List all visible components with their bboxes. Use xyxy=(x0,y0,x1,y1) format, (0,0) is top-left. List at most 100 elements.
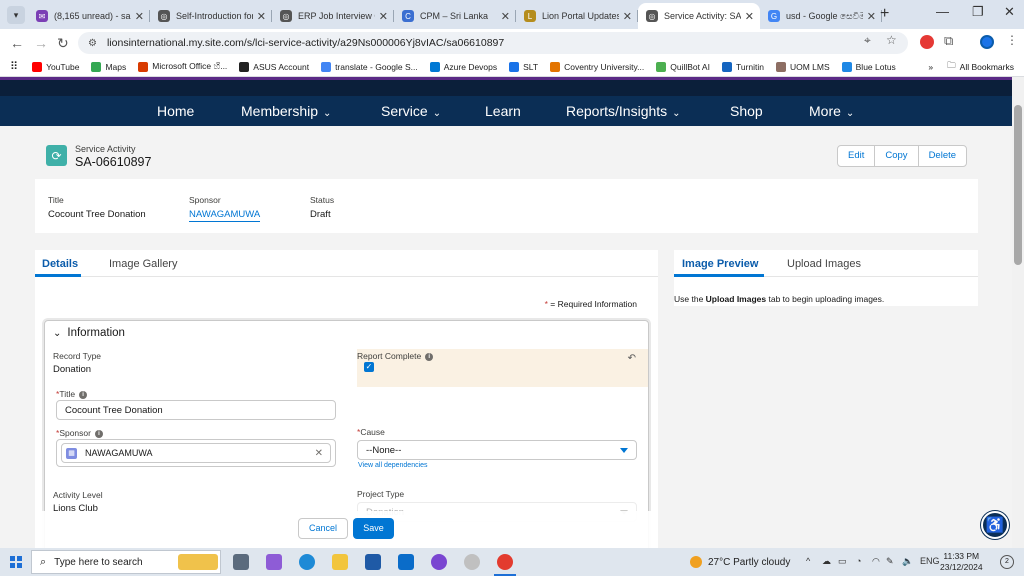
delete-button[interactable]: Delete xyxy=(919,146,966,166)
browser-menu-icon[interactable]: ⋮ xyxy=(1006,33,1018,47)
nav-item-membership[interactable]: Membership ⌄ xyxy=(241,103,331,119)
nav-item-more[interactable]: More ⌄ xyxy=(809,103,854,119)
bookmark-item[interactable]: Blue Lotus xyxy=(841,61,896,72)
nav-item-service[interactable]: Service ⌄ xyxy=(381,103,441,119)
nav-item-reports-insights[interactable]: Reports/Insights ⌄ xyxy=(566,103,681,119)
forward-icon[interactable]: → xyxy=(34,35,48,51)
weather-widget[interactable]: 27°C Partly cloudy xyxy=(690,556,790,568)
page-scrollbar[interactable] xyxy=(1012,77,1024,548)
bookmark-item[interactable]: Coventry University... xyxy=(550,61,644,72)
url-text[interactable]: lionsinternational.my.site.com/s/lci-ser… xyxy=(107,37,504,49)
bookmark-item[interactable]: YouTube xyxy=(32,61,79,72)
tray-language[interactable]: ENG xyxy=(920,556,940,566)
tray-cloud-icon[interactable]: ☁ xyxy=(822,556,831,567)
store-icon[interactable] xyxy=(365,554,381,570)
windows-start-icon[interactable] xyxy=(10,556,22,568)
browser-tab[interactable]: ◎ Service Activity: SA-0 ✕ xyxy=(638,3,760,29)
close-tab-icon[interactable]: ✕ xyxy=(257,10,266,23)
notification-icon[interactable]: 2 xyxy=(1000,555,1014,569)
browser-tab[interactable]: ◎ ERP Job Interview Qu ✕ xyxy=(272,3,394,29)
accessibility-icon[interactable]: ♿ xyxy=(981,511,1009,539)
tray-wifi-icon[interactable]: ◠ xyxy=(872,556,880,567)
nav-item-home[interactable]: Home xyxy=(157,103,194,119)
browser-tab[interactable]: Gusd - Google සෙවීම ✕ xyxy=(760,3,882,29)
browser-tab[interactable]: ✉ (8,165 unread) - sam ✕ xyxy=(28,3,150,29)
close-tab-icon[interactable]: ✕ xyxy=(501,10,510,23)
tray-pen-icon[interactable]: ✎ xyxy=(886,556,894,567)
copilot-icon[interactable] xyxy=(266,554,282,570)
sponsor-pill[interactable]: ▦ NAWAGAMUWA ✕ xyxy=(61,443,331,463)
file-explorer-icon[interactable] xyxy=(332,554,348,570)
nav-item-shop[interactable]: Shop xyxy=(730,103,763,119)
close-tab-icon[interactable]: ✕ xyxy=(867,10,876,23)
nav-item-learn[interactable]: Learn xyxy=(485,103,521,119)
back-icon[interactable]: ← xyxy=(10,35,24,51)
minimize-icon[interactable]: — xyxy=(936,4,949,19)
edit-button[interactable]: Edit xyxy=(838,146,876,166)
outlook-icon[interactable] xyxy=(398,554,414,570)
search-highlight-icon[interactable] xyxy=(178,554,218,570)
close-tab-icon[interactable]: ✕ xyxy=(135,10,144,23)
information-section-header[interactable]: ⌄ Information xyxy=(53,327,125,339)
reload-icon[interactable]: ↻ xyxy=(57,35,69,52)
info-icon[interactable]: i xyxy=(94,429,103,438)
bookmark-item[interactable]: UOM LMS xyxy=(775,61,830,72)
bookmark-item[interactable]: Maps xyxy=(91,61,126,72)
tray-battery-icon[interactable]: ▭ xyxy=(838,556,847,567)
tab-details[interactable]: Details xyxy=(42,258,78,270)
bookmark-item[interactable]: ASUS Account xyxy=(239,61,309,72)
edge-icon[interactable] xyxy=(299,554,315,570)
bookmark-star-icon[interactable]: ☆ xyxy=(886,33,897,47)
site-info-icon[interactable]: ⚙ xyxy=(88,38,97,49)
close-tab-icon[interactable]: ✕ xyxy=(379,10,388,23)
app-icon[interactable] xyxy=(464,554,480,570)
address-bar[interactable]: ⚙ lionsinternational.my.site.com/s/lci-s… xyxy=(78,32,908,54)
profile-avatar-icon[interactable] xyxy=(980,35,994,49)
bookmark-item[interactable]: Turnitin xyxy=(721,61,764,72)
close-window-icon[interactable]: ✕ xyxy=(1004,4,1015,20)
tab-search-icon[interactable]: ▾ xyxy=(7,6,25,24)
browser-tab[interactable]: C CPM – Sri Lanka ✕ xyxy=(394,3,516,29)
cause-select[interactable]: --None-- xyxy=(357,440,637,460)
cancel-button[interactable]: Cancel xyxy=(298,518,348,539)
taskbar-clock[interactable]: 11:33 PM 23/12/2024 xyxy=(940,551,983,573)
chrome-icon[interactable] xyxy=(494,554,516,576)
scrollbar-thumb[interactable] xyxy=(1014,105,1022,265)
maximize-icon[interactable]: ❐ xyxy=(972,4,984,20)
info-icon[interactable]: i xyxy=(425,352,434,361)
close-tab-icon[interactable]: ✕ xyxy=(745,10,754,23)
tray-chevron-icon[interactable]: ^ xyxy=(806,556,810,566)
bookmark-item[interactable]: QuillBot AI xyxy=(656,61,710,72)
task-view-icon[interactable] xyxy=(233,554,249,570)
bookmarks-overflow-icon[interactable]: » xyxy=(928,62,933,72)
title-input[interactable]: Cocount Tree Donation xyxy=(56,400,336,420)
tray-volume-icon[interactable]: 🔈 xyxy=(902,556,913,567)
highlight-sponsor-link[interactable]: NAWAGAMUWA xyxy=(189,209,261,222)
report-complete-checkbox[interactable]: ✓ xyxy=(364,362,374,372)
tab-image-preview[interactable]: Image Preview xyxy=(682,258,758,270)
bookmark-item[interactable]: Microsoft Office හි... xyxy=(138,61,227,72)
tab-image-gallery[interactable]: Image Gallery xyxy=(109,258,177,270)
bookmark-item[interactable]: SLT xyxy=(509,61,538,72)
copy-button[interactable]: Copy xyxy=(875,146,919,166)
clear-selection-icon[interactable]: ✕ xyxy=(315,448,323,459)
new-tab-icon[interactable]: + xyxy=(880,5,889,23)
sponsor-lookup[interactable]: ▦ NAWAGAMUWA ✕ xyxy=(56,439,336,467)
tab-upload-images[interactable]: Upload Images xyxy=(787,258,861,270)
extensions-puzzle-icon[interactable]: ⧉ xyxy=(944,33,953,49)
save-button[interactable]: Save xyxy=(353,518,394,539)
undo-icon[interactable]: ↶ xyxy=(628,353,636,364)
info-icon[interactable]: i xyxy=(79,390,88,399)
browser-tab[interactable]: L Lion Portal Updates | ✕ xyxy=(516,3,638,29)
bookmark-item[interactable]: translate - Google S... xyxy=(321,61,418,72)
view-all-dependencies-link[interactable]: View all dependencies xyxy=(358,462,428,469)
location-icon[interactable]: ⌖ xyxy=(864,33,871,48)
all-bookmarks-link[interactable]: » 🗀 All Bookmarks xyxy=(928,60,1014,74)
extension-icon[interactable] xyxy=(920,35,934,49)
close-tab-icon[interactable]: ✕ xyxy=(623,10,632,23)
apps-icon[interactable]: ⠿ xyxy=(10,60,18,73)
browser-tab[interactable]: ◎ Self-Introduction for ✕ xyxy=(150,3,272,29)
app-icon[interactable] xyxy=(431,554,447,570)
tray-network-icon[interactable]: ◔ xyxy=(856,556,861,566)
bookmark-item[interactable]: Azure Devops xyxy=(429,61,497,72)
